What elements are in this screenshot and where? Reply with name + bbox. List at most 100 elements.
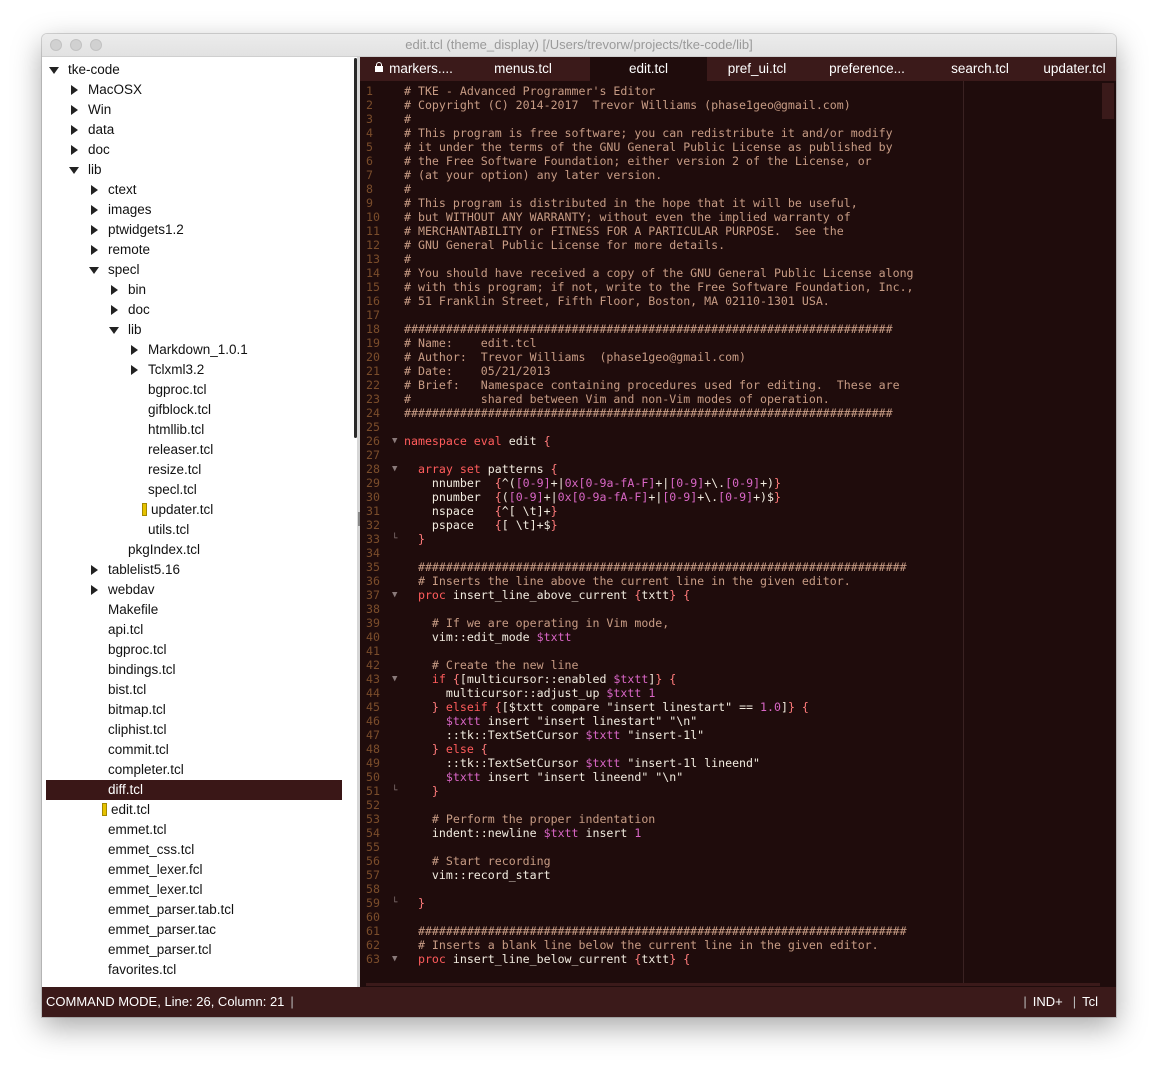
fold-toggle-icon[interactable]: ▼ xyxy=(392,462,397,476)
tree-item[interactable]: bin xyxy=(46,280,342,300)
tree-item[interactable]: updater.tcl xyxy=(46,500,342,520)
tree-item[interactable]: utils.tcl xyxy=(46,520,342,540)
code-editor[interactable]: 1 # TKE - Advanced Programmer's Editor 2 # … xyxy=(360,81,1116,983)
tree-item[interactable]: data xyxy=(46,120,342,140)
tree-item[interactable]: bist.tcl xyxy=(46,680,342,700)
fold-toggle-icon[interactable]: ▼ xyxy=(392,588,397,602)
tree-item[interactable]: emmet_lexer.tcl xyxy=(46,880,342,900)
code-text: nspace {^[ \t]+} xyxy=(404,504,558,518)
expand-triangle-icon[interactable] xyxy=(68,120,82,140)
code-token: # the Free Software Foundation; either v… xyxy=(404,154,872,168)
tree-item[interactable]: bindings.tcl xyxy=(46,660,342,680)
line-number: 40 xyxy=(366,630,380,644)
line-number: 26 xyxy=(366,434,380,448)
expand-triangle-icon[interactable] xyxy=(88,200,102,220)
tree-item[interactable]: emmet_parser.tab.tcl xyxy=(46,900,342,920)
collapse-triangle-icon[interactable] xyxy=(108,320,122,340)
tree-item[interactable]: lib xyxy=(46,320,342,340)
collapse-triangle-icon[interactable] xyxy=(88,260,102,280)
tree-item[interactable]: Markdown_1.0.1 xyxy=(46,340,342,360)
code-token: 1.0 xyxy=(760,700,781,714)
tree-item[interactable]: ctext xyxy=(46,180,342,200)
tree-item[interactable]: edit.tcl xyxy=(46,800,342,820)
tree-item[interactable]: lib xyxy=(46,160,342,180)
fold-toggle-icon[interactable]: ▼ xyxy=(392,434,397,448)
tree-item[interactable]: bitmap.tcl xyxy=(46,700,342,720)
tree-item[interactable]: bgproc.tcl xyxy=(46,640,342,660)
tree-item-label: Tclxml3.2 xyxy=(148,362,205,377)
tree-item[interactable]: gifblock.tcl xyxy=(46,400,342,420)
tree-item-label: edit.tcl xyxy=(111,802,151,817)
editor-scrollbar-thumb[interactable] xyxy=(1102,83,1114,119)
file-tree-sidebar[interactable]: tke-code MacOSX Win data doc lib ctext images pt… xyxy=(42,57,357,987)
tree-item[interactable]: completer.tcl xyxy=(46,760,342,780)
expand-triangle-icon[interactable] xyxy=(128,360,142,380)
tree-item[interactable]: bgproc.tcl xyxy=(46,380,342,400)
expand-triangle-icon[interactable] xyxy=(88,240,102,260)
code-line: 35 #####################################… xyxy=(360,560,1100,574)
tree-item[interactable]: htmllib.tcl xyxy=(46,420,342,440)
tree-item[interactable]: ptwidgets1.2 xyxy=(46,220,342,240)
tree-item[interactable]: favorites.tcl xyxy=(46,960,342,980)
tree-item[interactable]: doc xyxy=(46,140,342,160)
editor-tab[interactable]: updater.tcl xyxy=(1033,57,1116,81)
tree-item[interactable]: commit.tcl xyxy=(46,740,342,760)
tree-item-label: utils.tcl xyxy=(148,522,190,537)
collapse-triangle-icon[interactable] xyxy=(48,60,62,80)
code-token: [ \t]+$ xyxy=(501,518,551,532)
expand-triangle-icon[interactable] xyxy=(128,340,142,360)
expand-triangle-icon[interactable] xyxy=(68,80,82,100)
code-text: # Perform the proper indentation xyxy=(404,812,655,826)
editor-tab[interactable]: menus.tcl xyxy=(456,57,590,81)
tree-item[interactable]: emmet_parser.tac xyxy=(46,920,342,940)
tree-item[interactable]: webdav xyxy=(46,580,342,600)
editor-scrollbar[interactable] xyxy=(1100,81,1116,983)
expand-triangle-icon[interactable] xyxy=(108,300,122,320)
tree-item[interactable]: tke-code xyxy=(46,60,342,80)
line-number: 42 xyxy=(366,658,380,672)
expand-triangle-icon[interactable] xyxy=(88,220,102,240)
tree-item[interactable]: specl xyxy=(46,260,342,280)
tree-item[interactable]: Makefile xyxy=(46,600,342,620)
tree-item[interactable]: emmet.tcl xyxy=(46,820,342,840)
tree-item[interactable]: releaser.tcl xyxy=(46,440,342,460)
collapse-triangle-icon[interactable] xyxy=(68,160,82,180)
tree-item[interactable]: diff.tcl xyxy=(46,780,342,800)
tree-item[interactable]: MacOSX xyxy=(46,80,342,100)
tree-item[interactable]: emmet_css.tcl xyxy=(46,840,342,860)
expand-triangle-icon[interactable] xyxy=(68,140,82,160)
tree-item[interactable]: cliphist.tcl xyxy=(46,720,342,740)
tree-item[interactable]: images xyxy=(46,200,342,220)
code-line: 17 xyxy=(360,308,1100,322)
expand-triangle-icon[interactable] xyxy=(88,580,102,600)
tree-item[interactable]: pkgIndex.tcl xyxy=(46,540,342,560)
editor-tab[interactable]: pref_ui.tcl xyxy=(707,57,807,81)
expand-triangle-icon[interactable] xyxy=(88,560,102,580)
fold-toggle-icon[interactable]: ▼ xyxy=(392,672,397,686)
tree-item[interactable]: remote xyxy=(46,240,342,260)
tree-item[interactable]: Tclxml3.2 xyxy=(46,360,342,380)
editor-tab[interactable]: search.tcl xyxy=(927,57,1033,81)
tree-item[interactable]: tablelist5.16 xyxy=(46,560,342,580)
editor-tab[interactable]: edit.tcl xyxy=(590,57,707,81)
code-token: { xyxy=(494,504,502,518)
editor-tab[interactable]: preference... xyxy=(807,57,927,81)
expand-triangle-icon[interactable] xyxy=(108,280,122,300)
expand-triangle-icon[interactable] xyxy=(88,180,102,200)
tree-item[interactable]: specl.tcl xyxy=(46,480,342,500)
line-number: 3 xyxy=(366,112,373,126)
tree-item[interactable]: doc xyxy=(46,300,342,320)
code-text: # xyxy=(404,182,411,196)
fold-toggle-icon[interactable]: ▼ xyxy=(392,952,397,966)
language-indicator[interactable]: Tcl xyxy=(1082,994,1098,1009)
tree-item[interactable]: resize.tcl xyxy=(46,460,342,480)
tree-item[interactable]: emmet_lexer.fcl xyxy=(46,860,342,880)
tree-item[interactable]: emmet_parser.tcl xyxy=(46,940,342,960)
tree-item[interactable]: api.tcl xyxy=(46,620,342,640)
expand-triangle-icon[interactable] xyxy=(68,100,82,120)
indent-mode-indicator[interactable]: IND+ xyxy=(1033,994,1063,1009)
code-line: 48 } else { xyxy=(360,742,1100,756)
tree-item[interactable]: Win xyxy=(46,100,342,120)
editor-tab[interactable]: markers.... xyxy=(366,57,462,81)
